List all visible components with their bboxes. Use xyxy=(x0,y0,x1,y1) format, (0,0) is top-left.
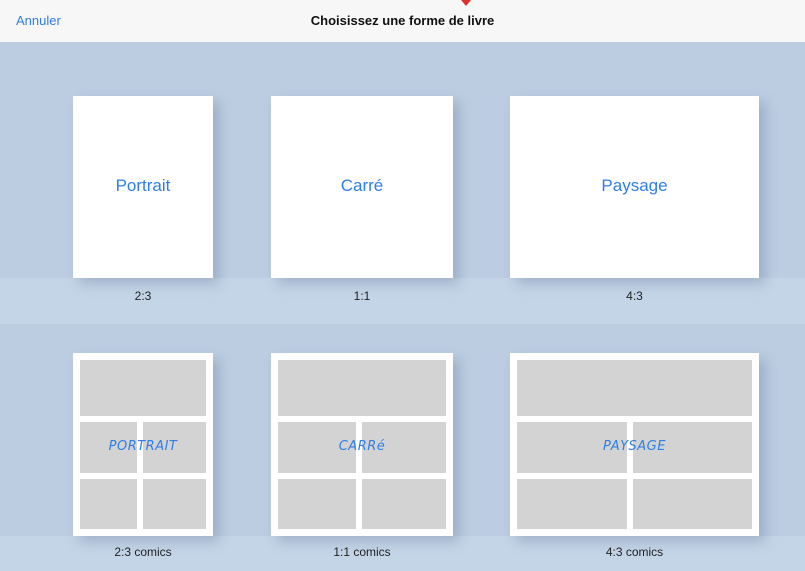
comics-ratio: 2:3 comics xyxy=(114,545,172,559)
comic-panel xyxy=(633,479,752,529)
comics-label: CARRé xyxy=(338,439,386,454)
comics-ratio: 1:1 comics xyxy=(333,545,391,559)
comic-panel xyxy=(80,360,206,416)
format-label: Portrait xyxy=(115,176,171,195)
format-card-landscape[interactable]: Paysage xyxy=(510,96,759,278)
comic-panel xyxy=(517,360,752,416)
comics-card-portrait[interactable]: PORTRAIT xyxy=(73,353,213,536)
format-card-square[interactable]: Carré xyxy=(271,96,453,278)
format-card-portrait[interactable]: Portrait xyxy=(73,96,213,278)
comic-panel xyxy=(143,479,206,529)
book-shape-picker: Portrait 2:3 Carré 1:1 Paysage 4:3 PORTR… xyxy=(0,42,805,571)
indicator-notch xyxy=(461,0,471,6)
comics-card-landscape[interactable]: PAYSAGE xyxy=(510,353,759,536)
format-ratio: 1:1 xyxy=(353,289,371,303)
comic-panel xyxy=(80,479,137,529)
comics-label: PORTRAIT xyxy=(108,439,178,454)
comic-panel xyxy=(362,479,446,529)
format-label: Carré xyxy=(340,176,384,195)
page-title: Choisissez une forme de livre xyxy=(310,13,495,28)
format-label: Paysage xyxy=(601,176,668,195)
comic-panel xyxy=(278,479,356,529)
navigation-bar: Annuler Choisissez une forme de livre xyxy=(0,0,805,42)
comic-panel xyxy=(278,360,446,416)
comics-ratio: 4:3 comics xyxy=(605,545,664,559)
format-ratio: 4:3 xyxy=(626,289,643,303)
format-ratio: 2:3 xyxy=(134,289,152,303)
comics-card-square[interactable]: CARRé xyxy=(271,353,453,536)
comic-panel xyxy=(517,479,627,529)
comics-label: PAYSAGE xyxy=(603,439,666,454)
